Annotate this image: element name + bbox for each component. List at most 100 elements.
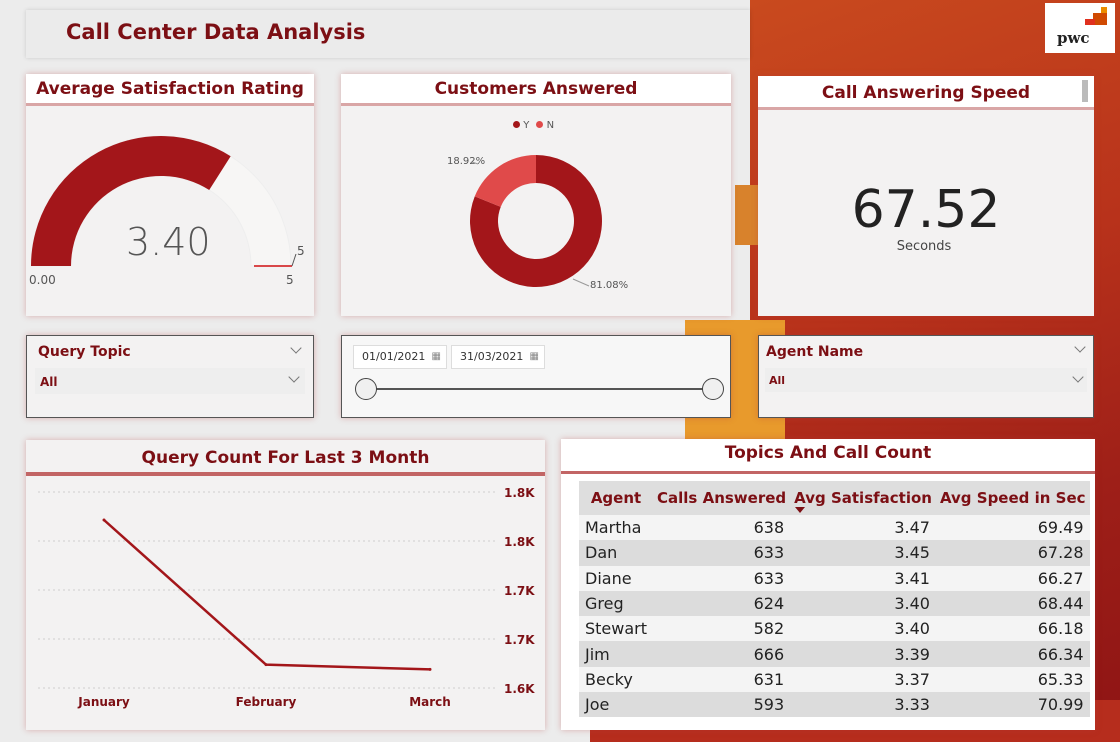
satisfaction-card[interactable]: Average Satisfaction Rating 3.40 0.00 5 … [26, 74, 314, 316]
agent-name-label: Agent Name [766, 344, 864, 360]
avg-speed-cell: 66.18 [935, 616, 1090, 642]
page-title-bar: Call Center Data Analysis [26, 10, 750, 58]
agent-cell: Martha [579, 515, 654, 541]
agents-table: Agent Calls Answered Avg Satisfaction Av… [579, 481, 1090, 718]
n-percent-label: 18.92% [447, 156, 486, 167]
agent-cell: Dan [579, 540, 654, 566]
y-tick-label: 1.8K [504, 486, 535, 500]
table-row[interactable]: Jim 666 3.39 66.34 [579, 641, 1090, 667]
speed-value: 67.52 [851, 180, 1001, 240]
agent-cell: Jim [579, 641, 654, 667]
y-tick-label: 1.7K [504, 584, 535, 598]
topics-call-count-card[interactable]: Topics And Call Count Agent Calls Answer… [561, 439, 1095, 730]
avg-speed-cell: 69.49 [935, 515, 1090, 541]
avg-speed-cell: 66.27 [935, 565, 1090, 591]
customers-answered-card[interactable]: Customers Answered Y N 18.92% 81.08% [341, 74, 731, 316]
y-tick-label: 1.8K [504, 535, 535, 549]
speed-title: Call Answering Speed [758, 76, 1094, 110]
start-date-input[interactable]: 01/01/2021 ▦ [353, 345, 447, 369]
table-row[interactable]: Joe 593 3.33 70.99 [579, 692, 1090, 718]
avg-satisfaction-cell: 3.47 [790, 515, 936, 541]
avg-satisfaction-cell: 3.45 [790, 540, 936, 566]
start-date-value: 01/01/2021 [362, 350, 426, 363]
agent-name-dropdown[interactable]: All [765, 368, 1087, 392]
logo-text: pwc [1057, 29, 1090, 47]
date-slider-end-handle[interactable] [702, 378, 724, 400]
date-slider-start-handle[interactable] [355, 378, 377, 400]
avg-satisfaction-cell: 3.39 [790, 641, 936, 667]
calls-answered-cell: 593 [653, 692, 791, 718]
gauge-target-tick [291, 253, 297, 267]
satisfaction-value: 3.40 [126, 220, 211, 264]
column-header-avg-satisfaction[interactable]: Avg Satisfaction [790, 481, 936, 515]
agent-name-value: All [769, 374, 786, 387]
agent-name-dropdown-chevron-icon [1072, 371, 1084, 383]
table-header-row: Agent Calls Answered Avg Satisfaction Av… [579, 481, 1090, 515]
calls-answered-cell: 638 [653, 515, 791, 541]
calendar-icon[interactable]: ▦ [530, 346, 539, 368]
date-slider-track[interactable] [366, 388, 714, 390]
column-header-avg-satisfaction-label: Avg Satisfaction [794, 489, 932, 507]
column-header-calls-answered[interactable]: Calls Answered [653, 481, 791, 515]
calls-answered-cell: 633 [653, 540, 791, 566]
query-topic-label: Query Topic [38, 344, 131, 360]
avg-satisfaction-cell: 3.40 [790, 616, 936, 642]
donut-chart [470, 155, 602, 287]
agent-cell: Becky [579, 666, 654, 693]
avg-speed-cell: 66.34 [935, 641, 1090, 667]
calls-answered-cell: 633 [653, 565, 791, 591]
satisfaction-gauge [30, 135, 297, 267]
avg-satisfaction-cell: 3.41 [790, 565, 936, 591]
query-topic-value: All [40, 375, 58, 389]
query-topic-collapse-chevron-icon[interactable] [290, 342, 302, 354]
agent-name-slicer[interactable]: Agent Name All [758, 335, 1094, 418]
agent-cell: Stewart [579, 616, 654, 642]
query-count-card[interactable]: Query Count For Last 3 Month 1.8K 1.8K 1.7… [26, 440, 545, 730]
query-topic-slicer[interactable]: Query Topic All [26, 335, 314, 418]
table-row[interactable]: Stewart 582 3.40 66.18 [579, 616, 1090, 642]
background-orange-strip [735, 185, 760, 245]
speed-card[interactable]: Call Answering Speed 67.52 Seconds [758, 76, 1094, 316]
sort-descending-icon [795, 507, 806, 513]
agent-cell: Joe [579, 692, 654, 718]
page-title: Call Center Data Analysis [66, 20, 366, 44]
calendar-icon[interactable]: ▦ [432, 346, 441, 368]
avg-satisfaction-cell: 3.37 [790, 666, 936, 693]
avg-speed-cell: 67.28 [935, 540, 1090, 566]
table-row[interactable]: Martha 638 3.47 69.49 [579, 515, 1090, 541]
table-title-underline [561, 471, 1095, 474]
table-row[interactable]: Dan 633 3.45 67.28 [579, 540, 1090, 566]
table-row[interactable]: Greg 624 3.40 68.44 [579, 590, 1090, 617]
y-leader-line [572, 278, 590, 287]
date-range-slicer[interactable]: 01/01/2021 ▦ 31/03/2021 ▦ [341, 335, 731, 418]
series-line[interactable] [103, 519, 431, 671]
calls-answered-cell: 666 [653, 641, 791, 667]
calls-answered-cell: 624 [653, 590, 791, 617]
scrollbar-thumb[interactable] [1082, 80, 1088, 102]
avg-speed-cell: 68.44 [935, 590, 1090, 617]
column-header-agent[interactable]: Agent [579, 481, 654, 515]
y-tick-label: 1.6K [504, 682, 535, 696]
query-topic-dropdown[interactable]: All [35, 368, 305, 394]
query-topic-dropdown-chevron-icon [288, 371, 300, 383]
agent-cell: Diane [579, 565, 654, 591]
avg-satisfaction-cell: 3.33 [790, 692, 936, 718]
table-row[interactable]: Becky 631 3.37 65.33 [579, 666, 1090, 693]
end-date-input[interactable]: 31/03/2021 ▦ [451, 345, 545, 369]
gauge-max-label: 5 [286, 273, 294, 287]
column-header-avg-speed[interactable]: Avg Speed in Sec [935, 481, 1090, 515]
agent-name-collapse-chevron-icon[interactable] [1074, 341, 1086, 353]
table-row[interactable]: Diane 633 3.41 66.27 [579, 565, 1090, 591]
y-tick-label: 1.7K [504, 633, 535, 647]
x-tick-label: January [77, 695, 130, 709]
avg-satisfaction-cell: 3.40 [790, 590, 936, 617]
line-chart: 1.8K 1.8K 1.7K 1.7K 1.6K January February March [38, 486, 535, 709]
x-tick-label: March [409, 695, 451, 709]
y-percent-label: 81.08% [590, 280, 629, 291]
x-tick-label: February [236, 695, 297, 709]
gauge-target-label: 5 [297, 244, 305, 258]
calls-answered-cell: 631 [653, 666, 791, 693]
calls-answered-cell: 582 [653, 616, 791, 642]
agent-cell: Greg [579, 590, 654, 617]
gauge-min-label: 0.00 [29, 273, 56, 287]
